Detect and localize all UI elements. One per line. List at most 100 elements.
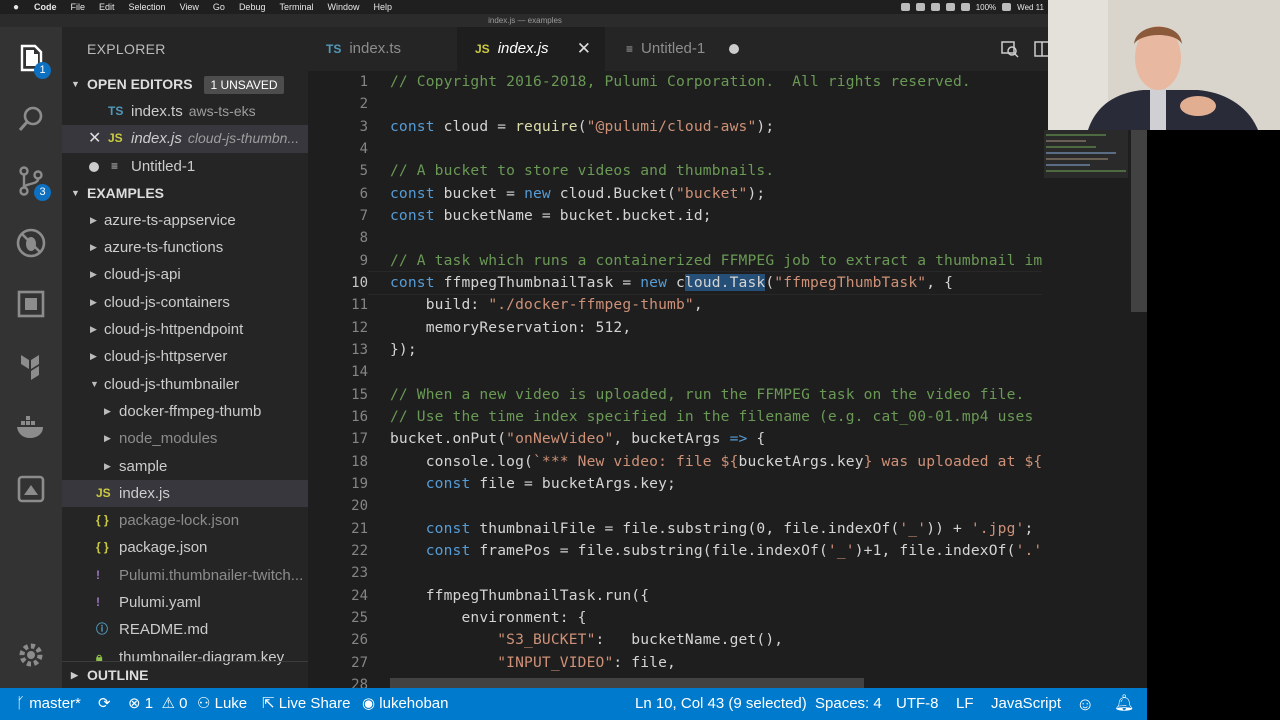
code-line[interactable]: ​ bbox=[390, 227, 1050, 249]
unsaved-dot-icon[interactable] bbox=[89, 161, 99, 172]
tray-icon[interactable] bbox=[915, 3, 925, 11]
menubar-clock[interactable]: Wed 11 bbox=[1017, 3, 1044, 12]
git-branch[interactable]: ᚴ master* bbox=[16, 688, 81, 720]
code-line[interactable]: "INPUT_VIDEO": file, bbox=[390, 652, 1050, 674]
horizontal-scrollbar[interactable] bbox=[390, 678, 864, 688]
notifications-bell-icon[interactable]: 🔔︎ bbox=[1114, 688, 1134, 720]
menu-window[interactable]: Window bbox=[327, 2, 359, 12]
tree-item[interactable]: ! Pulumi.thumbnailer-twitch... bbox=[62, 562, 308, 589]
code-line[interactable]: memoryReservation: 512, bbox=[390, 317, 1050, 339]
tray-icon[interactable] bbox=[900, 3, 910, 11]
tree-item[interactable]: ⓘ README.md bbox=[62, 616, 308, 643]
code-line[interactable]: ​ bbox=[390, 495, 1050, 517]
terraform-icon[interactable] bbox=[13, 347, 49, 383]
chevron-right-icon[interactable]: ▶ bbox=[90, 289, 97, 316]
tab-index-ts[interactable]: TS index.ts bbox=[308, 27, 456, 71]
chevron-right-icon[interactable]: ▶ bbox=[90, 343, 97, 370]
code-line[interactable]: ​ bbox=[390, 93, 1050, 115]
tree-item[interactable]: ▶ sample bbox=[62, 453, 308, 480]
code-line[interactable]: // Use the time index specified in the f… bbox=[390, 406, 1050, 428]
vertical-scrollbar-thumb[interactable] bbox=[1131, 130, 1147, 312]
cursor-position[interactable]: Ln 10, Col 43 (9 selected) bbox=[635, 688, 807, 720]
menu-selection[interactable]: Selection bbox=[129, 2, 166, 12]
open-changes-icon[interactable] bbox=[1000, 39, 1020, 59]
tree-item[interactable]: ! Pulumi.yaml bbox=[62, 589, 308, 616]
chevron-right-icon[interactable]: ▶ bbox=[104, 398, 111, 425]
close-icon[interactable]: ✕ bbox=[577, 27, 591, 71]
chevron-right-icon[interactable]: ▶ bbox=[90, 234, 97, 261]
open-editors-header[interactable]: ▼ OPEN EDITORS 1 UNSAVED bbox=[62, 71, 308, 98]
tree-item[interactable]: ▶ cloud-js-api bbox=[62, 261, 308, 288]
tree-item[interactable]: ▶ azure-ts-functions bbox=[62, 234, 308, 261]
minimap[interactable] bbox=[1042, 130, 1130, 688]
wifi-icon[interactable] bbox=[960, 3, 970, 11]
tree-item[interactable]: ▶ cloud-js-httpserver bbox=[62, 343, 308, 370]
search-icon[interactable] bbox=[13, 101, 49, 137]
code-line[interactable]: const ffmpegThumbnailTask = new cloud.Ta… bbox=[390, 272, 1050, 294]
outline-header[interactable]: ▶ OUTLINE bbox=[62, 661, 308, 688]
tree-item[interactable]: JS index.js bbox=[62, 479, 308, 508]
tab-untitled-1[interactable]: ≡ Untitled-1 bbox=[606, 27, 754, 71]
menu-view[interactable]: View bbox=[180, 2, 199, 12]
code-line[interactable]: const bucket = new cloud.Bucket("bucket"… bbox=[390, 183, 1050, 205]
tree-item[interactable]: { } package.json bbox=[62, 534, 308, 561]
code-line[interactable]: // A task which runs a containerized FFM… bbox=[390, 250, 1050, 272]
debug-icon[interactable] bbox=[13, 225, 49, 261]
remote-explorer-icon[interactable] bbox=[13, 471, 49, 507]
code-line[interactable]: const cloud = require("@pulumi/cloud-aws… bbox=[390, 116, 1050, 138]
code-line[interactable]: console.log(`*** New video: file ${bucke… bbox=[390, 451, 1050, 473]
live-share-user[interactable]: ⚇ Luke bbox=[197, 688, 247, 720]
close-icon[interactable]: ✕ bbox=[88, 125, 101, 152]
apple-icon[interactable]: ● bbox=[10, 2, 22, 13]
menu-debug[interactable]: Debug bbox=[239, 2, 266, 12]
chevron-right-icon[interactable]: ▶ bbox=[90, 207, 97, 234]
end-of-line[interactable]: LF bbox=[956, 688, 974, 720]
sync-icon[interactable]: ⟳ bbox=[98, 688, 111, 720]
tree-item[interactable]: ▶ azure-ts-appservice bbox=[62, 207, 308, 234]
tree-item[interactable]: ▶ cloud-js-httpendpoint bbox=[62, 316, 308, 343]
menu-file[interactable]: File bbox=[71, 2, 86, 12]
explorer-icon[interactable]: 1 bbox=[13, 41, 51, 79]
chevron-right-icon[interactable]: ▶ bbox=[90, 261, 97, 288]
problems-indicator[interactable]: ⊗ 1 ⚠ 0 bbox=[128, 688, 187, 720]
unsaved-dot-icon[interactable] bbox=[729, 44, 739, 54]
open-editor-item[interactable]: TS index.ts aws-ts-eks bbox=[62, 98, 308, 125]
tree-item[interactable]: ▼ cloud-js-thumbnailer bbox=[62, 371, 308, 398]
code-editor[interactable]: 1 2 3 4 5 6 7 8 9 10 11 12 13 14 15 16 17 18 19 20 21 22 23 24 2… bbox=[308, 71, 1050, 688]
github-account[interactable]: ◉ lukehoban bbox=[362, 688, 449, 720]
language-mode[interactable]: JavaScript bbox=[991, 688, 1061, 720]
code-line[interactable]: const bucketName = bucket.bucket.id; bbox=[390, 205, 1050, 227]
code-line[interactable]: bucket.onPut("onNewVideo", bucketArgs =>… bbox=[390, 428, 1050, 450]
menu-go[interactable]: Go bbox=[213, 2, 225, 12]
chevron-right-icon[interactable]: ▶ bbox=[90, 316, 97, 343]
code-line[interactable]: const thumbnailFile = file.substring(0, … bbox=[390, 518, 1050, 540]
menu-app-name[interactable]: Code bbox=[34, 2, 57, 12]
tree-item[interactable]: ▶ node_modules bbox=[62, 425, 308, 452]
code-line[interactable]: const file = bucketArgs.key; bbox=[390, 473, 1050, 495]
code-line[interactable]: // When a new video is uploaded, run the… bbox=[390, 384, 1050, 406]
code-line[interactable]: ​ bbox=[390, 562, 1050, 584]
examples-header[interactable]: ▼ EXAMPLES bbox=[62, 180, 308, 207]
menu-edit[interactable]: Edit bbox=[99, 2, 115, 12]
docker-icon[interactable] bbox=[13, 409, 49, 445]
code-line[interactable]: // A bucket to store videos and thumbnai… bbox=[390, 160, 1050, 182]
code-line[interactable]: }); bbox=[390, 339, 1050, 361]
settings-gear-icon[interactable] bbox=[13, 637, 49, 673]
menu-terminal[interactable]: Terminal bbox=[279, 2, 313, 12]
code-line[interactable]: "S3_BUCKET": bucketName.get(), bbox=[390, 629, 1050, 651]
code-line[interactable]: ​ bbox=[390, 361, 1050, 383]
code-line[interactable]: // Copyright 2016-2018, Pulumi Corporati… bbox=[390, 71, 1050, 93]
tree-item[interactable]: ▶ docker-ffmpeg-thumb bbox=[62, 398, 308, 425]
battery-icon[interactable] bbox=[1002, 3, 1012, 11]
chevron-right-icon[interactable]: ▶ bbox=[104, 425, 111, 452]
feedback-smiley-icon[interactable]: ☺ bbox=[1076, 688, 1094, 720]
open-editor-item[interactable]: ✕ JS index.js cloud-js-thumbn... bbox=[62, 125, 308, 153]
chevron-down-icon[interactable]: ▼ bbox=[90, 371, 99, 398]
tree-item[interactable]: { } package-lock.json bbox=[62, 507, 308, 534]
chevron-right-icon[interactable]: ▶ bbox=[104, 453, 111, 480]
tray-icon[interactable] bbox=[930, 3, 940, 11]
indentation[interactable]: Spaces: 4 bbox=[815, 688, 882, 720]
menu-help[interactable]: Help bbox=[374, 2, 393, 12]
tray-icon[interactable] bbox=[945, 3, 955, 11]
encoding[interactable]: UTF-8 bbox=[896, 688, 939, 720]
